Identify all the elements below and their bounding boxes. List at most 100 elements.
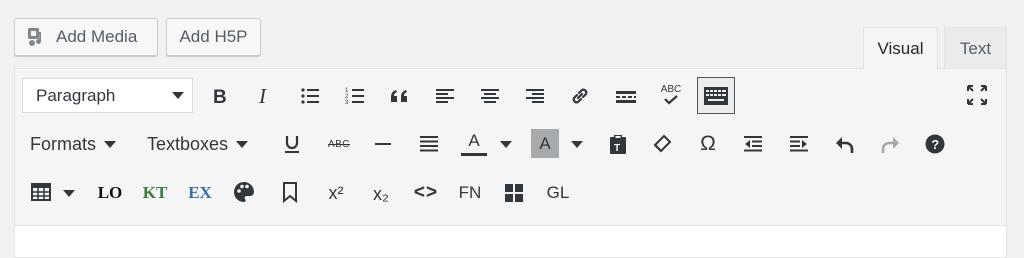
chevron-down-icon xyxy=(236,140,249,148)
omega-icon: Ω xyxy=(700,132,716,155)
underline-icon xyxy=(285,136,299,153)
tab-visual[interactable]: Visual xyxy=(863,27,938,70)
horizontal-line-button[interactable] xyxy=(369,130,397,158)
superscript-label: x² xyxy=(328,182,344,203)
blockquote-button[interactable] xyxy=(386,82,414,110)
code-icon: <> xyxy=(413,182,439,203)
special-character-button[interactable]: Ω xyxy=(694,130,722,158)
indent-button[interactable] xyxy=(785,130,813,158)
spellcheck-label: ABC xyxy=(660,84,682,95)
svg-text:I: I xyxy=(258,86,267,106)
checkmark-icon xyxy=(664,95,678,105)
grid-icon xyxy=(505,184,523,202)
clipboard-icon: T xyxy=(610,135,626,154)
add-h5p-button[interactable]: Add H5P xyxy=(166,18,261,56)
help-button[interactable]: ? xyxy=(921,130,949,158)
add-media-button[interactable]: Add Media xyxy=(14,18,158,56)
bookmark-icon xyxy=(283,182,297,203)
palette-icon xyxy=(234,182,254,202)
read-more-button[interactable] xyxy=(612,82,640,110)
add-media-label: Add Media xyxy=(56,27,138,46)
format-select[interactable]: Paragraph xyxy=(22,78,193,113)
justify-button[interactable] xyxy=(415,130,443,158)
align-right-button[interactable] xyxy=(521,82,549,110)
numbered-list-button[interactable]: 1 2 3 xyxy=(341,82,369,110)
text-color-label: A xyxy=(468,131,480,150)
bookmark-button[interactable] xyxy=(277,178,303,206)
outdent-button[interactable] xyxy=(739,130,767,158)
link-icon xyxy=(572,88,588,104)
undo-button[interactable] xyxy=(831,130,859,158)
background-color-dropdown[interactable] xyxy=(569,136,585,152)
textboxes-dropdown[interactable]: Textboxes xyxy=(147,130,249,158)
align-left-icon xyxy=(436,89,454,103)
table-button[interactable] xyxy=(28,179,54,205)
subscript-label: x₂ xyxy=(373,183,389,204)
tab-text-label: Text xyxy=(959,38,992,58)
eraser-icon xyxy=(653,134,672,153)
lo-label: LO xyxy=(97,183,123,202)
footnote-button[interactable]: FN xyxy=(454,179,486,207)
strikethrough-button[interactable]: ABC xyxy=(324,131,354,157)
numbered-list-icon: 1 2 3 xyxy=(345,88,364,106)
paste-text-button[interactable]: T xyxy=(604,130,632,158)
bulleted-list-button[interactable] xyxy=(296,82,324,110)
underline-button[interactable] xyxy=(278,130,306,158)
text-color-button[interactable]: A xyxy=(459,128,489,160)
insert-link-button[interactable] xyxy=(566,82,594,110)
textboxes-label: Textboxes xyxy=(147,133,229,154)
glossary-button[interactable]: GL xyxy=(542,179,574,207)
spellcheck-button[interactable]: ABC xyxy=(656,80,686,110)
toolbar-toggle-button[interactable] xyxy=(700,80,732,111)
formats-dropdown[interactable]: Formats xyxy=(30,130,117,158)
italic-icon: I xyxy=(258,86,267,106)
color-palette-button[interactable] xyxy=(230,178,258,206)
chevron-down-icon xyxy=(500,140,512,148)
svg-text:?: ? xyxy=(931,137,939,152)
key-takeaways-button[interactable]: KT xyxy=(138,179,172,207)
format-select-value: Paragraph xyxy=(36,85,116,105)
align-center-button[interactable] xyxy=(476,82,504,110)
blocks-button[interactable] xyxy=(500,179,528,207)
chevron-down-icon xyxy=(104,140,117,148)
help-icon: ? xyxy=(925,134,945,154)
align-center-icon xyxy=(481,89,499,103)
quote-icon xyxy=(391,90,407,102)
strikethrough-line xyxy=(328,144,350,145)
kt-label: KT xyxy=(142,183,168,202)
chevron-down-icon xyxy=(172,92,184,99)
bold-button[interactable]: B xyxy=(205,82,233,110)
chevron-down-icon xyxy=(571,140,583,148)
text-color-swatch xyxy=(461,153,487,156)
align-right-icon xyxy=(526,89,544,103)
italic-button[interactable]: I xyxy=(250,82,278,110)
background-color-label: A xyxy=(539,133,551,153)
superscript-button[interactable]: x² xyxy=(321,179,351,207)
table-dropdown[interactable] xyxy=(61,185,77,201)
chevron-down-icon xyxy=(63,189,75,197)
gl-label: GL xyxy=(546,183,570,202)
code-button[interactable]: <> xyxy=(411,179,441,207)
indent-icon xyxy=(790,136,808,152)
ex-label: EX xyxy=(188,183,212,202)
text-color-dropdown[interactable] xyxy=(498,136,514,152)
align-left-button[interactable] xyxy=(431,82,459,110)
horizontal-line-icon xyxy=(375,143,391,145)
svg-text:3: 3 xyxy=(345,100,349,106)
bulleted-list-icon xyxy=(301,88,319,104)
subscript-button[interactable]: x₂ xyxy=(366,180,396,208)
clear-formatting-button[interactable] xyxy=(648,130,676,158)
svg-text:T: T xyxy=(614,143,620,154)
bold-icon: B xyxy=(213,87,227,106)
fullscreen-button[interactable] xyxy=(963,81,991,109)
keyboard-icon xyxy=(704,86,728,105)
tab-text[interactable]: Text xyxy=(944,27,1007,69)
undo-icon xyxy=(836,137,854,153)
justify-icon xyxy=(420,136,438,152)
fullscreen-icon xyxy=(967,85,987,105)
learning-objectives-button[interactable]: LO xyxy=(93,179,127,207)
formats-label: Formats xyxy=(30,133,97,154)
background-color-button[interactable]: A xyxy=(531,129,559,158)
exercises-button[interactable]: EX xyxy=(183,179,217,207)
editor-content-area[interactable] xyxy=(15,225,1006,257)
